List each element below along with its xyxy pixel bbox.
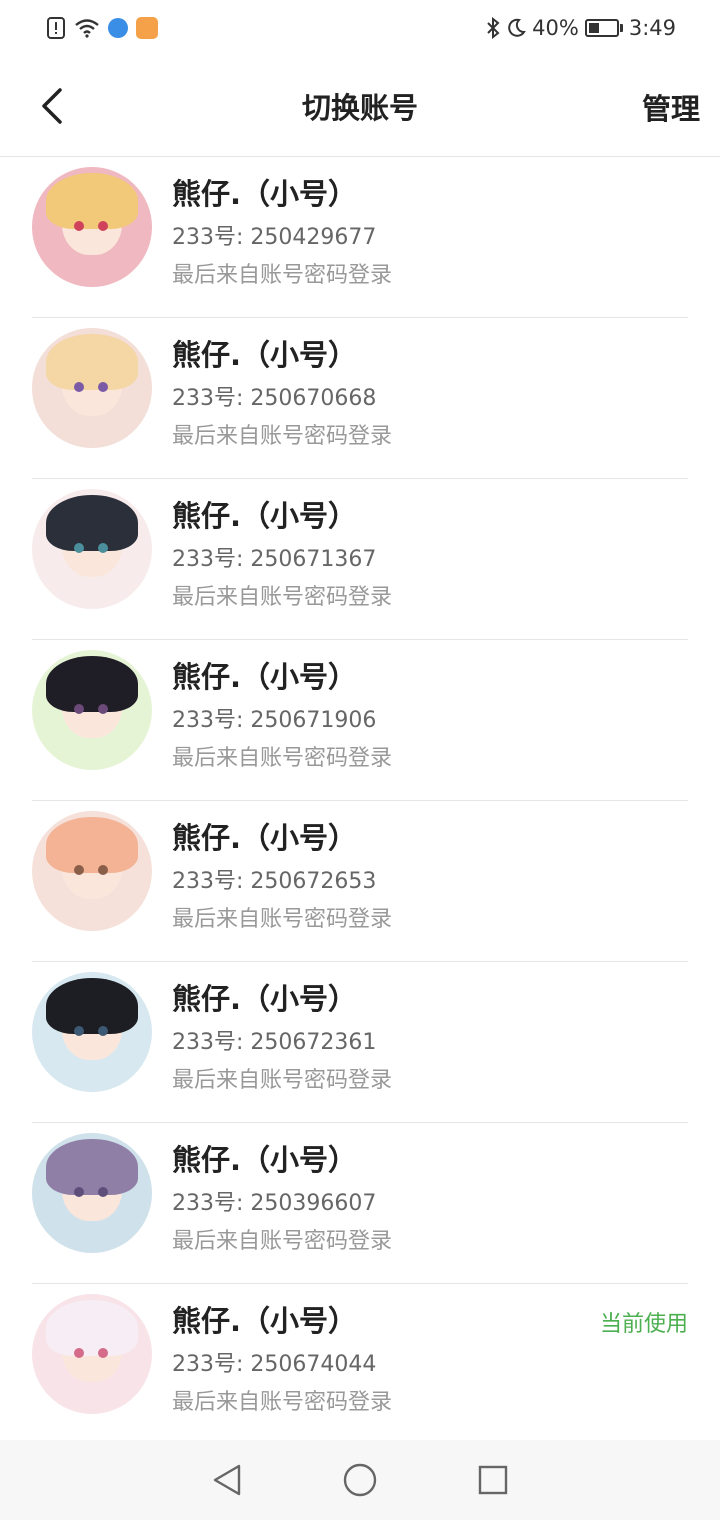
account-name: 熊仔.（小号） [172,499,358,533]
header-bar: 切换账号 管理 [0,56,720,157]
account-name: 熊仔.（小号） [172,1143,358,1177]
account-name: 熊仔.（小号） [172,982,358,1016]
account-name: 熊仔.（小号） [172,338,358,372]
account-login-method: 最后来自账号密码登录 [172,1229,393,1254]
account-row[interactable]: 熊仔.（小号） 233号: 250670668 最后来自账号密码登录 [32,318,688,479]
account-id: 233号: 250674044 [172,1352,377,1377]
account-name: 熊仔.（小号） [172,660,358,694]
nav-recents-button[interactable] [473,1460,513,1500]
status-left [46,17,158,39]
account-login-method: 最后来自账号密码登录 [172,1390,393,1415]
account-name: 熊仔.（小号） [172,821,358,855]
account-name: 熊仔.（小号） [172,177,358,211]
chevron-left-icon [42,88,62,124]
app-notification-icon [108,18,128,38]
account-login-method: 最后来自账号密码登录 [172,263,393,288]
account-id: 233号: 250429677 [172,225,377,250]
alert-icon [46,17,66,39]
manage-button[interactable]: 管理 [642,86,700,128]
account-row[interactable]: 熊仔.（小号） 233号: 250674044 最后来自账号密码登录 当前使用 [32,1284,688,1445]
avatar [32,1294,152,1414]
avatar [32,1133,152,1253]
home-circle-icon [343,1463,377,1497]
avatar [32,328,152,448]
avatar [32,972,152,1092]
recents-square-icon [479,1465,508,1495]
account-login-method: 最后来自账号密码登录 [172,585,393,610]
account-id: 233号: 250671367 [172,547,377,572]
avatar [32,650,152,770]
account-row[interactable]: 熊仔.（小号） 233号: 250672361 最后来自账号密码登录 [32,962,688,1123]
wifi-icon [74,18,100,38]
avatar [32,811,152,931]
system-nav-bar [0,1440,720,1520]
account-row[interactable]: 熊仔.（小号） 233号: 250672653 最后来自账号密码登录 [32,801,688,962]
account-row[interactable]: 熊仔.（小号） 233号: 250671906 最后来自账号密码登录 [32,640,688,801]
status-bar: 40% 3:49 [0,0,720,56]
account-id: 233号: 250672361 [172,1030,377,1055]
battery-icon [584,19,623,37]
status-time: 3:49 [628,16,676,40]
app-notification-icon-2 [136,17,158,39]
back-button[interactable] [30,84,74,128]
account-row[interactable]: 熊仔.（小号） 233号: 250396607 最后来自账号密码登录 [32,1123,688,1284]
nav-home-button[interactable] [340,1460,380,1500]
account-list: 熊仔.（小号） 233号: 250429677 最后来自账号密码登录 熊仔.（小号） 2… [0,157,720,1445]
account-login-method: 最后来自账号密码登录 [172,1068,393,1093]
account-login-method: 最后来自账号密码登录 [172,424,393,449]
account-row[interactable]: 熊仔.（小号） 233号: 250429677 最后来自账号密码登录 [32,157,688,318]
account-name: 熊仔.（小号） [172,1304,358,1338]
account-id: 233号: 250671906 [172,708,377,733]
account-row[interactable]: 熊仔.（小号） 233号: 250671367 最后来自账号密码登录 [32,479,688,640]
page-title: 切换账号 [301,91,418,125]
moon-icon [506,18,526,38]
status-right: 40% 3:49 [486,16,676,40]
account-id: 233号: 250670668 [172,386,377,411]
avatar [32,489,152,609]
account-login-method: 最后来自账号密码登录 [172,746,393,771]
battery-percent: 40% [532,16,579,40]
account-id: 233号: 250396607 [172,1191,377,1216]
account-login-method: 最后来自账号密码登录 [172,907,393,932]
back-triangle-icon [213,1464,240,1496]
avatar [32,167,152,287]
nav-back-button[interactable] [207,1460,247,1500]
current-account-badge: 当前使用 [599,1312,688,1337]
bluetooth-icon [486,17,500,39]
account-id: 233号: 250672653 [172,869,377,894]
